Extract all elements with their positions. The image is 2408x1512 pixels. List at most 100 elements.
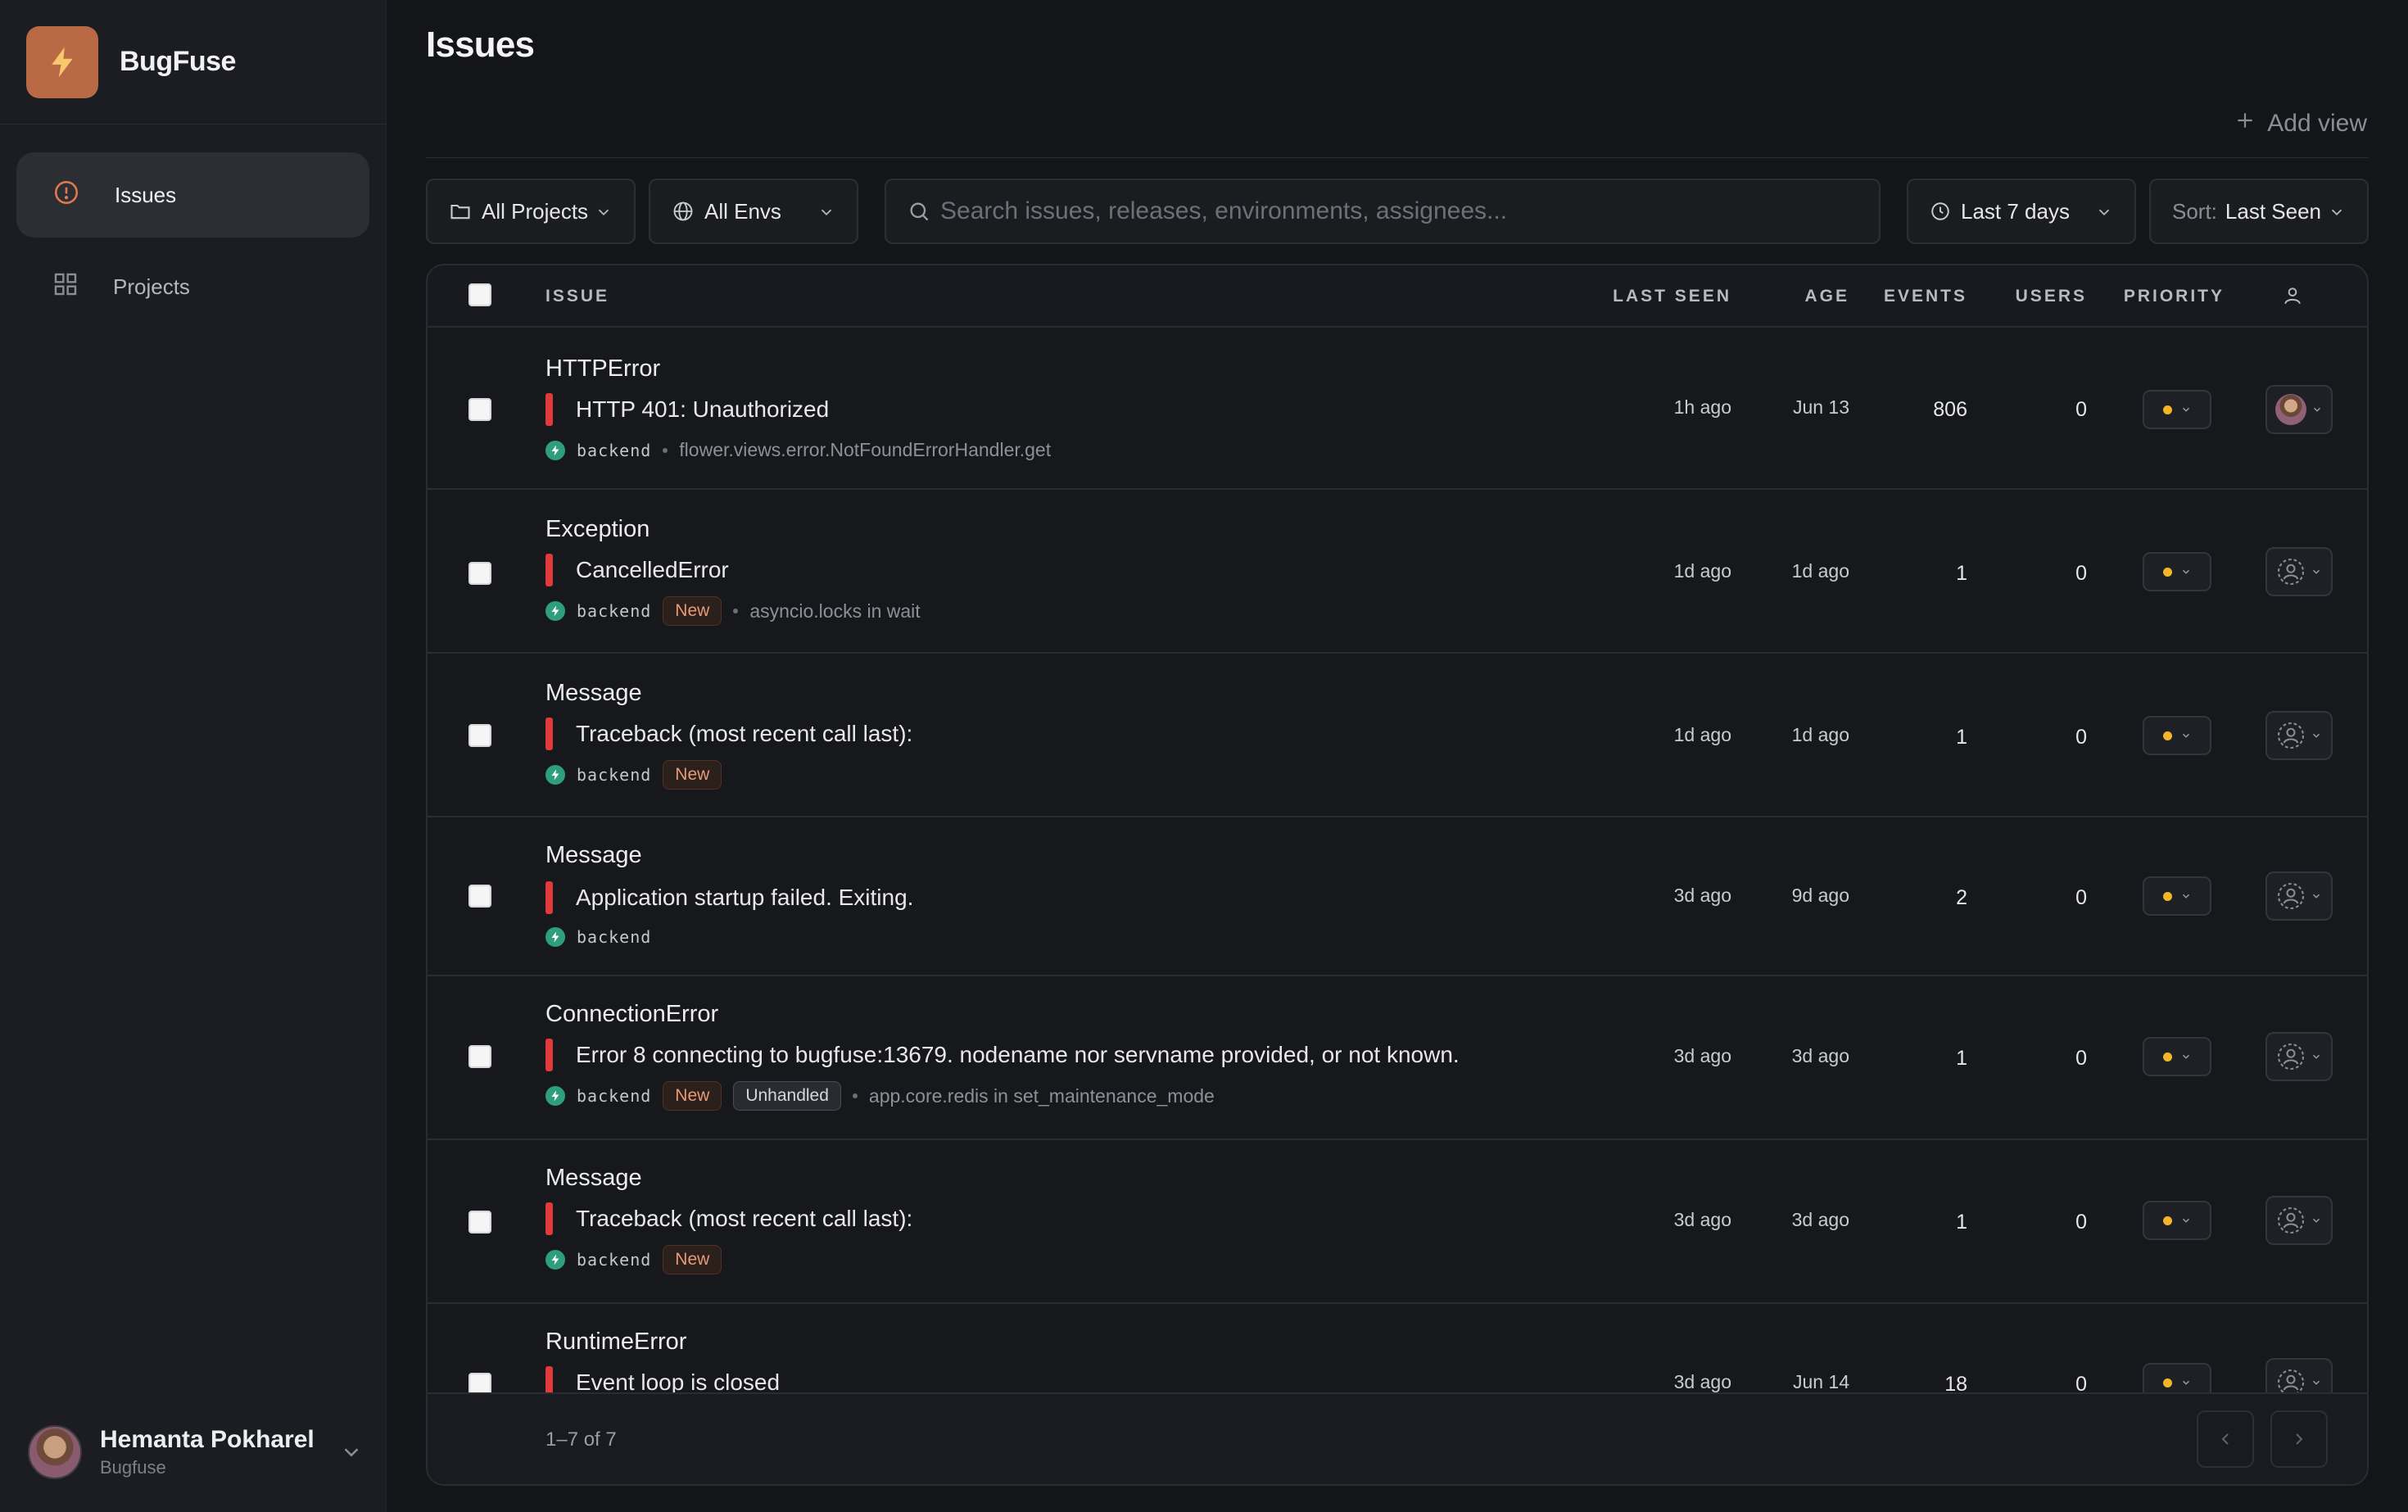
priority-select[interactable] — [2143, 390, 2211, 429]
col-events[interactable]: EVENTS — [1884, 287, 1967, 306]
table-row[interactable]: Message Traceback (most recent call last… — [428, 1140, 2367, 1304]
assignee-select[interactable] — [2265, 711, 2333, 760]
brand[interactable]: BugFuse — [0, 0, 386, 124]
search-icon — [908, 200, 930, 223]
issue-message-text: HTTP 401: Unauthorized — [576, 396, 830, 422]
new-badge: New — [663, 596, 722, 626]
table-row[interactable]: Message Application startup failed. Exit… — [428, 817, 2367, 976]
chevron-down-icon — [2182, 1054, 2189, 1059]
projects-filter[interactable]: All Projects — [426, 179, 636, 244]
level-indicator — [545, 1039, 553, 1071]
project-name: backend — [577, 765, 652, 785]
chevron-down-icon — [2312, 1380, 2320, 1385]
avatar — [28, 1425, 82, 1479]
issue-message[interactable]: Traceback (most recent call last): — [545, 718, 912, 750]
search-input[interactable]: Search issues, releases, environments, a… — [885, 179, 1881, 244]
events-count: 806 — [1933, 398, 1967, 421]
table-row[interactable]: Exception CancelledError backend New asy… — [428, 490, 2367, 654]
project-name: backend — [577, 1086, 652, 1106]
alert-circle-icon — [52, 179, 80, 212]
assignee-select[interactable] — [2265, 871, 2333, 921]
last-seen: 3d ago — [1673, 1371, 1731, 1392]
assignee-select[interactable] — [2265, 1032, 2333, 1081]
issue-message[interactable]: HTTP 401: Unauthorized — [545, 393, 829, 426]
last-seen: 1h ago — [1673, 396, 1731, 418]
priority-select[interactable] — [2143, 716, 2211, 755]
issue-message-text: Traceback (most recent call last): — [576, 721, 913, 746]
next-page-button[interactable] — [2270, 1410, 2328, 1468]
assignee-select[interactable] — [2265, 547, 2333, 596]
col-users[interactable]: USERS — [2016, 287, 2087, 306]
clock-icon — [1930, 201, 1951, 222]
issue-message[interactable]: Error 8 connecting to bugfuse:13679. nod… — [545, 1039, 1460, 1071]
col-issue[interactable]: ISSUE — [545, 287, 609, 306]
prev-page-button[interactable] — [2197, 1410, 2254, 1468]
sort-select[interactable]: Sort: Last Seen — [2149, 179, 2369, 244]
chevron-down-icon — [2182, 894, 2189, 899]
users-count: 0 — [2075, 726, 2087, 749]
sidebar-item-label: Issues — [115, 182, 177, 207]
issue-type[interactable]: RuntimeError — [545, 1329, 686, 1356]
level-indicator — [545, 881, 553, 914]
row-checkbox[interactable] — [468, 1211, 491, 1234]
unassigned-user-icon — [2277, 558, 2305, 586]
assignee-select[interactable] — [2265, 1196, 2333, 1245]
col-age[interactable]: AGE — [1804, 287, 1849, 306]
age: 1d ago — [1791, 724, 1849, 745]
row-checkbox[interactable] — [468, 398, 491, 421]
issue-message[interactable]: Traceback (most recent call last): — [545, 1202, 912, 1235]
last-seen: 1d ago — [1673, 560, 1731, 582]
chevron-down-icon — [2182, 407, 2189, 412]
add-view-button[interactable]: Add view — [2234, 110, 2369, 138]
user-menu[interactable]: Hemanta Pokharel Bugfuse — [28, 1422, 364, 1483]
priority-dot — [2162, 567, 2172, 577]
events-count: 1 — [1956, 562, 1967, 585]
table-row[interactable]: Message Traceback (most recent call last… — [428, 654, 2367, 817]
issue-type[interactable]: Message — [545, 680, 642, 707]
unassigned-user-icon — [2277, 1206, 2305, 1234]
issue-meta: backend New Unhandled app.core.redis in … — [545, 1081, 1215, 1111]
issue-type[interactable]: ConnectionError — [545, 1001, 718, 1028]
user-name: Hemanta Pokharel — [100, 1426, 315, 1453]
issue-culprit: flower.views.error.NotFoundErrorHandler.… — [679, 439, 1052, 460]
globe-icon — [672, 200, 695, 223]
issue-meta: backend New asyncio.locks in wait — [545, 596, 921, 626]
assignee-select[interactable] — [2265, 385, 2333, 434]
col-last-seen[interactable]: LAST SEEN — [1613, 287, 1731, 306]
issue-message[interactable]: CancelledError — [545, 554, 729, 586]
col-priority[interactable]: PRIORITY — [2124, 287, 2225, 306]
row-checkbox[interactable] — [468, 724, 491, 747]
envs-filter[interactable]: All Envs — [649, 179, 858, 244]
priority-select[interactable] — [2143, 1201, 2211, 1240]
sidebar-item-issues[interactable]: Issues — [16, 152, 369, 238]
unhandled-badge: Unhandled — [733, 1081, 841, 1111]
issue-type[interactable]: Exception — [545, 516, 650, 543]
users-count: 0 — [2075, 1211, 2087, 1234]
last-seen: 3d ago — [1673, 1045, 1731, 1066]
select-all-checkbox[interactable] — [468, 283, 491, 306]
users-count: 0 — [2075, 398, 2087, 421]
row-checkbox[interactable] — [468, 1045, 491, 1068]
filter-toolbar: All Projects All Envs Search issues, rel… — [426, 179, 2369, 244]
issue-type[interactable]: HTTPError — [545, 355, 660, 383]
issue-type[interactable]: Message — [545, 842, 642, 869]
sidebar-item-projects[interactable]: Projects — [16, 244, 369, 329]
sidebar-item-label: Projects — [113, 274, 190, 299]
date-range-filter[interactable]: Last 7 days — [1907, 179, 2136, 244]
row-checkbox[interactable] — [468, 885, 491, 908]
python-platform-icon — [545, 1250, 565, 1270]
last-seen: 3d ago — [1673, 1209, 1731, 1230]
issue-type[interactable]: Message — [545, 1165, 642, 1192]
table-row[interactable]: HTTPError HTTP 401: Unauthorized backend… — [428, 329, 2367, 490]
row-checkbox[interactable] — [468, 562, 491, 585]
issue-message-text: Traceback (most recent call last): — [576, 1206, 913, 1231]
priority-select[interactable] — [2143, 1037, 2211, 1076]
priority-select[interactable] — [2143, 552, 2211, 591]
plus-icon — [2234, 110, 2256, 138]
priority-select[interactable] — [2143, 876, 2211, 916]
envs-filter-label: All Envs — [704, 198, 781, 224]
issue-message[interactable]: Application startup failed. Exiting. — [545, 881, 913, 914]
table-row[interactable]: ConnectionError Error 8 connecting to bu… — [428, 976, 2367, 1140]
events-count: 1 — [1956, 1047, 1967, 1070]
pagination-text: 1–7 of 7 — [545, 1428, 617, 1451]
